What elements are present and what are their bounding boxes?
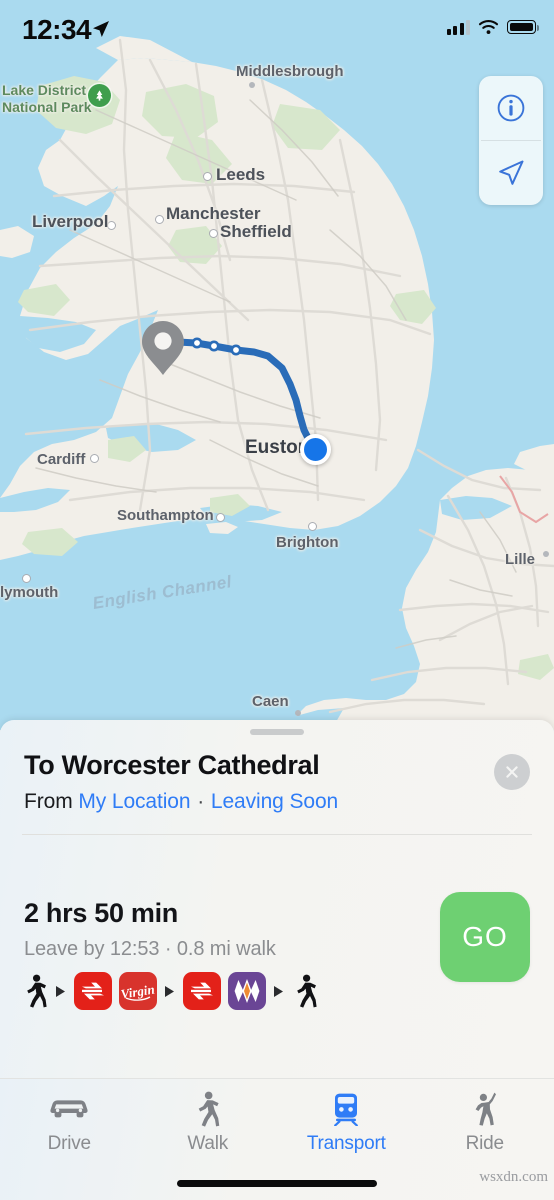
- info-button[interactable]: [479, 76, 543, 140]
- city-dot: [249, 82, 255, 88]
- tab-label-ride: Ride: [465, 1133, 504, 1154]
- national-rail-icon[interactable]: [183, 972, 221, 1010]
- tab-transport[interactable]: Transport: [277, 1079, 416, 1155]
- tab-label-walk: Walk: [187, 1133, 229, 1154]
- walk-icon: [22, 972, 48, 1010]
- car-icon: [49, 1092, 89, 1126]
- step-arrow-icon: [55, 985, 67, 997]
- go-button-label: GO: [462, 921, 508, 952]
- close-x-icon: [506, 766, 518, 778]
- route-duration: 2 hrs 50 min: [24, 898, 178, 928]
- west-midlands-railway-icon[interactable]: [228, 972, 266, 1010]
- city-dot: [107, 221, 116, 230]
- page-title: To Worcester Cathedral: [24, 750, 320, 780]
- destination-map-pin[interactable]: [141, 320, 185, 381]
- city-dot: [543, 551, 549, 557]
- tab-label-transport: Transport: [306, 1133, 386, 1154]
- city-dot: [203, 172, 212, 181]
- route-departure-meta: Leave by 12:53 · 0.8 mi walk: [24, 938, 276, 960]
- sheet-grabber[interactable]: [250, 729, 304, 735]
- map-canvas[interactable]: Lake District National Park Middlesbrough…: [0, 0, 554, 730]
- tab-label-drive: Drive: [47, 1133, 92, 1154]
- watermark-text: wsxdn.com: [479, 1169, 548, 1185]
- city-dot: [155, 215, 164, 224]
- city-dot: [295, 710, 301, 716]
- tab-ride[interactable]: Ride: [416, 1079, 554, 1155]
- locate-me-button[interactable]: [479, 141, 543, 205]
- route-origin-row: From My Location · Leaving Soon: [24, 790, 338, 814]
- city-dot: [22, 574, 31, 583]
- info-circle-icon: [497, 94, 525, 122]
- route-steps-strip[interactable]: Virgin: [22, 972, 318, 1010]
- hail-ride-icon: [472, 1092, 498, 1126]
- step-arrow-icon: [273, 985, 285, 997]
- city-dot: [216, 513, 225, 522]
- walk-icon: [292, 972, 318, 1010]
- current-location-dot: [300, 434, 331, 465]
- city-dot: [209, 229, 218, 238]
- origin-link[interactable]: My Location: [78, 790, 190, 813]
- city-dot: [90, 454, 99, 463]
- step-arrow-icon: [164, 985, 176, 997]
- separator-dot: ·: [197, 790, 205, 813]
- sheet-divider: [22, 834, 532, 835]
- national-rail-icon[interactable]: [74, 972, 112, 1010]
- tab-drive[interactable]: Drive: [0, 1079, 139, 1155]
- tab-walk[interactable]: Walk: [139, 1079, 278, 1155]
- map-controls-panel[interactable]: [479, 76, 543, 205]
- from-prefix-label: From: [24, 790, 73, 813]
- park-tree-icon: [88, 84, 111, 107]
- navigation-arrow-icon: [499, 160, 524, 185]
- virgin-trains-icon[interactable]: Virgin: [119, 972, 157, 1010]
- home-indicator[interactable]: [177, 1180, 377, 1187]
- map-vector-graphic: [0, 0, 554, 730]
- city-dot: [308, 522, 317, 531]
- close-button[interactable]: [494, 754, 530, 790]
- departure-time-link[interactable]: Leaving Soon: [211, 790, 338, 813]
- go-button[interactable]: GO: [440, 892, 530, 982]
- train-icon: [332, 1092, 360, 1126]
- walk-icon: [195, 1091, 220, 1127]
